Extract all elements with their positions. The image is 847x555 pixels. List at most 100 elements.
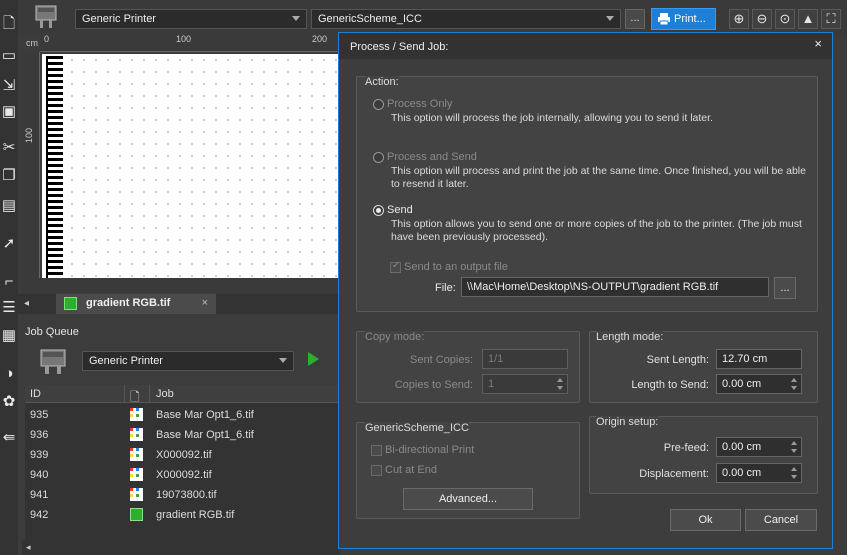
queue-printer-select[interactable]: Generic Printer bbox=[82, 351, 294, 371]
radio-send[interactable] bbox=[373, 205, 384, 216]
job-thumbnail-icon bbox=[130, 448, 143, 461]
ruler-top: cm 0 100 200 bbox=[26, 34, 340, 52]
cut-at-end-checkbox[interactable] bbox=[371, 465, 382, 476]
save-icon[interactable]: ▣ bbox=[1, 102, 17, 122]
close-icon[interactable]: × bbox=[814, 36, 822, 51]
table-row[interactable]: 942 gradient RGB.tif bbox=[25, 505, 340, 525]
ok-button[interactable]: Ok bbox=[670, 509, 741, 531]
tab-scroll-left-icon[interactable]: ◂ bbox=[24, 298, 29, 309]
job-name: 19073800.tif bbox=[156, 489, 217, 501]
length-mode-title: Length mode: bbox=[596, 331, 664, 343]
copy-mode-group: Copy mode: Sent Copies: 1/1 Copies to Se… bbox=[356, 331, 580, 403]
tab-gradient-rgb[interactable]: gradient RGB.tif × bbox=[56, 294, 216, 314]
layers-icon[interactable]: ☰ bbox=[1, 298, 17, 318]
grid-icon[interactable]: ▦ bbox=[1, 326, 17, 346]
gradient-image-preview[interactable] bbox=[46, 56, 63, 278]
radio-process-only[interactable] bbox=[373, 99, 384, 110]
palette-icon[interactable]: ✿ bbox=[1, 392, 17, 412]
cut-icon[interactable]: ✂ bbox=[1, 138, 17, 158]
app-window: 🗋 ▭ ⇲ ▣ ✂ ❐ ▤ ➚ ⌐ ☰ ▦ ◑ ✿ ⇚ Generic Prin… bbox=[0, 0, 847, 555]
table-row[interactable]: 939 X000092.tif bbox=[25, 445, 340, 465]
crop-icon[interactable]: ⌐ bbox=[1, 272, 17, 292]
bidirectional-checkbox[interactable] bbox=[371, 445, 382, 456]
zoom-out-icon[interactable]: ⊖ bbox=[752, 9, 772, 29]
copy-icon[interactable]: ❐ bbox=[1, 166, 17, 186]
table-row[interactable]: 935 Base Mar Opt1_6.tif bbox=[25, 405, 340, 425]
play-icon[interactable] bbox=[308, 352, 319, 366]
scheme-select[interactable]: GenericScheme_ICC bbox=[311, 9, 621, 29]
file-label: File: bbox=[435, 282, 456, 294]
cancel-button[interactable]: Cancel bbox=[745, 509, 817, 531]
scroll-left-icon[interactable]: ◂ bbox=[26, 542, 31, 553]
bidirectional-label: Bi-directional Print bbox=[385, 444, 475, 456]
output-file-checkbox[interactable] bbox=[390, 260, 401, 273]
sent-length-value: 12.70 cm bbox=[722, 353, 768, 365]
selection-icon[interactable]: ⛶ bbox=[821, 9, 841, 29]
import-icon[interactable]: ⇲ bbox=[1, 76, 17, 96]
table-row[interactable]: 936 Base Mar Opt1_6.tif bbox=[25, 425, 340, 445]
copies-to-send-stepper[interactable]: 1 bbox=[482, 374, 568, 394]
document-tabbar: ◂ gradient RGB.tif × bbox=[18, 294, 340, 314]
print-button-label: Print... bbox=[674, 13, 706, 25]
table-row[interactable]: 941 19073800.tif bbox=[25, 485, 340, 505]
stepper-arrows-icon[interactable] bbox=[789, 466, 799, 480]
print-button[interactable]: Print... bbox=[651, 8, 716, 30]
displacement-stepper[interactable]: 0.00 cm bbox=[716, 463, 802, 483]
chevron-down-icon bbox=[606, 16, 614, 21]
open-folder-icon[interactable]: ▭ bbox=[1, 46, 17, 66]
file-path-field[interactable]: \\Mac\Home\Desktop\NS-OUTPUT\gradient RG… bbox=[461, 277, 769, 297]
stepper-arrows-icon[interactable] bbox=[555, 377, 565, 391]
sent-copies-value: 1/1 bbox=[488, 353, 504, 365]
job-name: Base Mar Opt1_6.tif bbox=[156, 429, 254, 441]
tab-close-icon[interactable]: × bbox=[202, 297, 208, 309]
canvas-horizontal-scrollbar[interactable] bbox=[22, 278, 340, 293]
pointer-icon[interactable]: ➚ bbox=[1, 234, 17, 254]
scheme-group: GenericScheme_ICC Bi-directional Print C… bbox=[356, 422, 580, 519]
length-to-send-value: 0.00 cm bbox=[722, 378, 762, 390]
scheme-more-button[interactable]: ... bbox=[625, 9, 645, 29]
job-id: 940 bbox=[30, 469, 49, 481]
zoom-in-icon[interactable]: ⊕ bbox=[729, 9, 749, 29]
ruler-tick: 0 bbox=[44, 34, 50, 44]
sent-length-field[interactable]: 12.70 cm bbox=[716, 349, 802, 369]
job-name: gradient RGB.tif bbox=[156, 509, 235, 521]
new-file-icon[interactable]: 🗋 bbox=[1, 14, 17, 34]
prefeed-stepper[interactable]: 0.00 cm bbox=[716, 437, 802, 457]
print-canvas[interactable] bbox=[42, 54, 340, 278]
zoom-fit-icon[interactable]: ⊙ bbox=[775, 9, 795, 29]
browse-button[interactable]: ... bbox=[774, 277, 796, 299]
table-row[interactable]: 940 X000092.tif bbox=[25, 465, 340, 485]
job-name: Base Mar Opt1_6.tif bbox=[156, 409, 254, 421]
shapes-icon[interactable]: ▲ bbox=[798, 9, 818, 29]
scheme-select-value: GenericScheme_ICC bbox=[318, 13, 422, 25]
job-thumbnail-icon bbox=[130, 428, 143, 441]
scheme-group-title: GenericScheme_ICC bbox=[365, 422, 469, 434]
stepper-arrows-icon[interactable] bbox=[789, 440, 799, 454]
queue-horizontal-scrollbar[interactable]: ◂ bbox=[22, 540, 340, 555]
job-thumbnail-icon bbox=[130, 488, 143, 501]
length-to-send-stepper[interactable]: 0.00 cm bbox=[716, 374, 802, 394]
ruler-tick: 100 bbox=[176, 34, 192, 44]
job-id: 935 bbox=[30, 409, 49, 421]
job-queue-table: ID 🗋 Job 935 Base Mar Opt1_6.tif 936 Base M… bbox=[25, 385, 340, 540]
dialog-titlebar: Process / Send Job: × bbox=[339, 33, 832, 59]
copy-mode-title: Copy mode: bbox=[365, 331, 425, 343]
stepper-arrows-icon[interactable] bbox=[789, 377, 799, 391]
advanced-button[interactable]: Advanced... bbox=[403, 488, 533, 510]
print-icon bbox=[658, 13, 670, 26]
radio-process-and-send[interactable] bbox=[373, 152, 384, 163]
ruler-left: 100 bbox=[22, 52, 40, 278]
contrast-icon[interactable]: ◑ bbox=[1, 364, 17, 384]
column-job[interactable]: Job bbox=[156, 388, 174, 400]
job-id: 939 bbox=[30, 449, 49, 461]
move-icon[interactable]: ⇚ bbox=[1, 428, 17, 448]
process-and-send-label: Process and Send bbox=[387, 151, 477, 163]
ruler-unit: cm bbox=[26, 38, 38, 48]
tab-label: gradient RGB.tif bbox=[86, 297, 171, 309]
top-toolbar: Generic Printer GenericScheme_ICC ... Pr… bbox=[18, 0, 847, 36]
paste-icon[interactable]: ▤ bbox=[1, 196, 17, 216]
column-id[interactable]: ID bbox=[30, 388, 41, 400]
printer-select[interactable]: Generic Printer bbox=[75, 9, 307, 29]
printer-icon bbox=[35, 5, 57, 28]
origin-setup-group: Origin setup: Pre-feed: 0.00 cm Displace… bbox=[589, 416, 818, 494]
